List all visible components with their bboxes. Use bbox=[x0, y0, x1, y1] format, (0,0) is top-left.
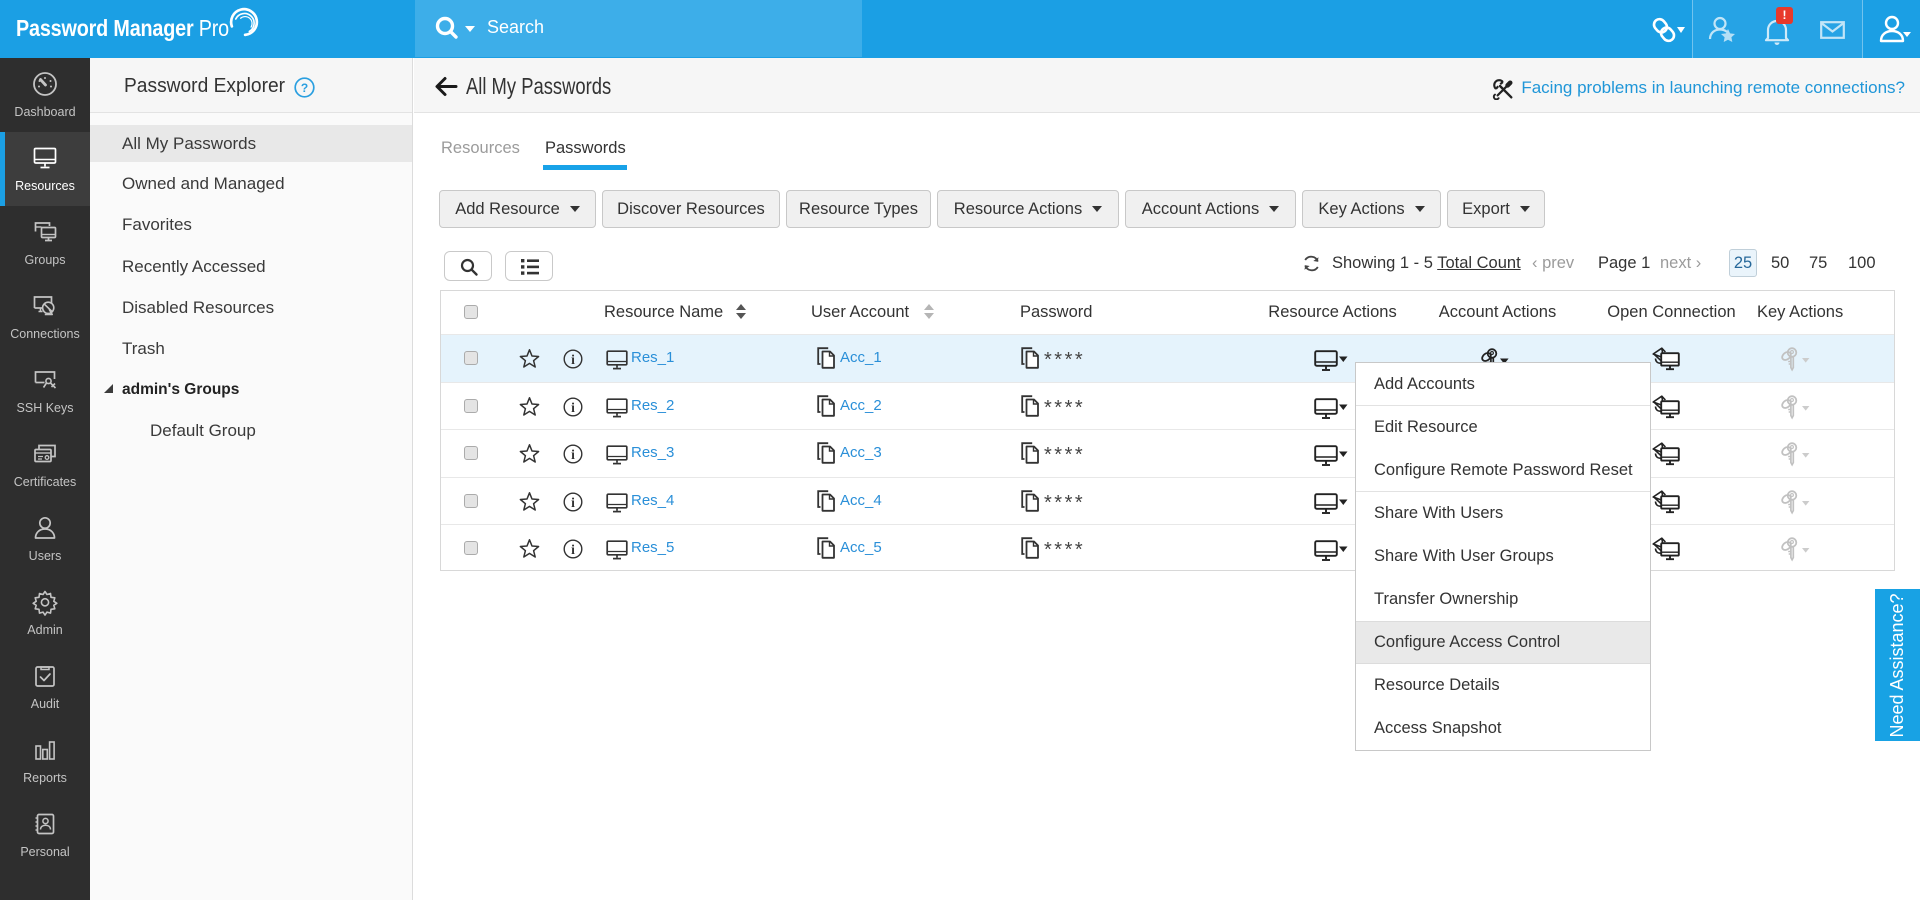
svg-text:?: ? bbox=[301, 81, 308, 95]
svg-text:i: i bbox=[571, 495, 575, 510]
svg-text:i: i bbox=[571, 352, 575, 367]
svg-text:i: i bbox=[571, 542, 575, 557]
svg-text:i: i bbox=[571, 447, 575, 462]
svg-text:i: i bbox=[571, 400, 575, 415]
